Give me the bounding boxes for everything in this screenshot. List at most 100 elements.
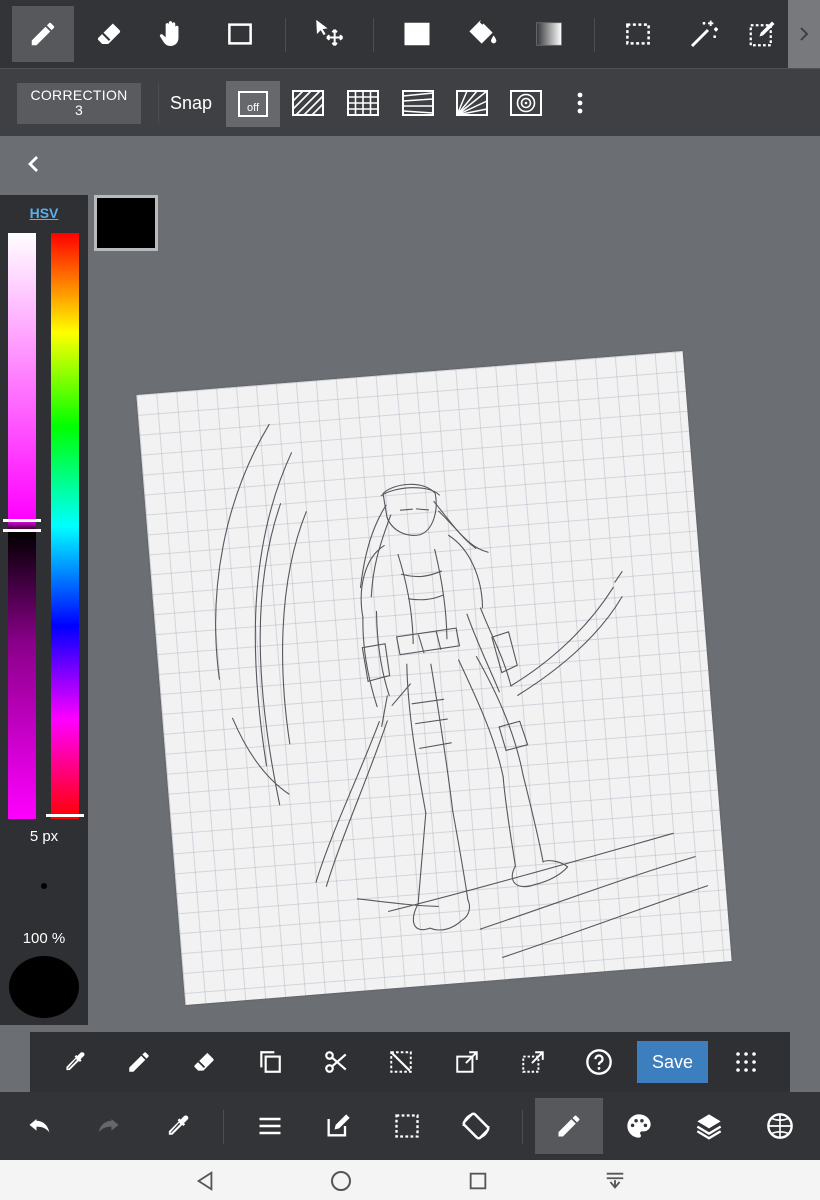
pencil-icon: [558, 1115, 580, 1137]
select-button[interactable]: [373, 1098, 441, 1154]
bucket-tool-button[interactable]: [452, 6, 514, 62]
snap-radial-button[interactable]: [449, 81, 495, 125]
snap-off-button[interactable]: off: [226, 81, 280, 127]
gradient-icon: [536, 22, 562, 46]
layers-button[interactable]: [675, 1098, 743, 1154]
eraser-icon: [97, 23, 121, 44]
gradient-tool-button[interactable]: [518, 6, 580, 62]
toolbar-divider: [373, 18, 374, 52]
move-tool-button[interactable]: [298, 6, 360, 62]
help-button[interactable]: [574, 1040, 624, 1084]
pencil-icon: [129, 1052, 149, 1072]
eraser-settings-button[interactable]: [179, 1040, 229, 1084]
palette-icon: [627, 1114, 651, 1138]
edit-selection-icon: [749, 21, 775, 47]
action-bar: Save: [30, 1032, 790, 1092]
eraser-tool-button[interactable]: [78, 6, 140, 62]
draw-mode-button[interactable]: [535, 1098, 603, 1154]
save-button[interactable]: Save: [637, 1041, 708, 1083]
chevron-right-icon: [800, 27, 809, 41]
hsv-mode-tab[interactable]: HSV: [0, 205, 88, 221]
brush-size-label[interactable]: 5 px: [0, 828, 88, 845]
rectangle-tool-button[interactable]: [209, 6, 271, 62]
correction-label: CORRECTION: [30, 87, 128, 103]
copy-button[interactable]: [245, 1040, 295, 1084]
magic-wand-icon: [690, 20, 718, 48]
rotate-screen-icon: [462, 1112, 490, 1140]
export-selection-button[interactable]: [508, 1040, 558, 1084]
snap-label: Snap: [170, 93, 213, 113]
transform-button[interactable]: [442, 1040, 492, 1084]
hue-slider-handle[interactable]: [46, 814, 84, 817]
copy-icon: [260, 1051, 281, 1073]
undo-button[interactable]: [6, 1098, 74, 1154]
hand-icon: [159, 21, 179, 46]
nav-back-icon: [196, 1171, 213, 1191]
snap-off-icon: off: [238, 91, 268, 117]
more-vertical-icon: [577, 92, 583, 114]
snap-parallel-button[interactable]: [285, 81, 331, 125]
nav-hide-button[interactable]: [602, 1168, 628, 1194]
color-palette-button[interactable]: [605, 1098, 673, 1154]
deselect-icon: [390, 1051, 412, 1073]
value-slider-handle[interactable]: [3, 519, 41, 522]
snap-perspective-button[interactable]: [395, 81, 441, 125]
selection-icon: [395, 1114, 419, 1138]
magic-wand-tool-button[interactable]: [673, 6, 735, 62]
hand-tool-button[interactable]: [140, 6, 202, 62]
color-picker-button[interactable]: [143, 1098, 211, 1154]
toolbar-divider: [522, 1110, 523, 1144]
menu-button[interactable]: [236, 1098, 304, 1154]
hue-slider[interactable]: [51, 233, 79, 819]
toolbar-scroll-right-button[interactable]: [788, 0, 820, 68]
opacity-label[interactable]: 100 %: [0, 930, 88, 947]
nav-home-button[interactable]: [328, 1168, 354, 1194]
correction-value: 3: [74, 102, 84, 118]
more-options-button[interactable]: [558, 81, 602, 125]
snap-perspective-icon: [402, 90, 434, 116]
eyedropper-icon: [66, 1052, 85, 1071]
snap-circle-button[interactable]: [503, 81, 549, 125]
snap-circle-icon: [510, 90, 542, 116]
cut-button[interactable]: [311, 1040, 361, 1084]
globe-grid-icon: [767, 1113, 793, 1139]
rotate-canvas-button[interactable]: [442, 1098, 510, 1154]
drawing-canvas[interactable]: [136, 351, 732, 1005]
edit-selection-tool-button[interactable]: [737, 6, 787, 62]
scissors-icon: [325, 1051, 347, 1073]
brush-size-preview: [41, 883, 47, 889]
grid-menu-button[interactable]: [721, 1040, 771, 1084]
snap-grid-button[interactable]: [340, 81, 386, 125]
bucket-icon: [469, 20, 497, 44]
pencil-tool-button[interactable]: [12, 6, 74, 62]
canvas-settings-button[interactable]: [746, 1098, 814, 1154]
eyedropper-button[interactable]: [49, 1040, 99, 1084]
brush-settings-button[interactable]: [114, 1040, 164, 1084]
nav-hide-icon: [606, 1172, 624, 1189]
snap-grid-icon: [347, 90, 379, 116]
move-icon: [316, 19, 344, 46]
apps-grid-icon: [736, 1052, 756, 1072]
edit-button[interactable]: [304, 1098, 372, 1154]
value-slider[interactable]: [8, 233, 36, 819]
toolbar-divider: [158, 83, 159, 123]
current-color-swatch[interactable]: [94, 195, 158, 251]
correction-button[interactable]: CORRECTION 3: [17, 83, 141, 124]
nav-recents-button[interactable]: [465, 1168, 491, 1194]
redo-button[interactable]: [74, 1098, 142, 1154]
redo-icon: [98, 1119, 119, 1133]
fill-rect-tool-button[interactable]: [386, 6, 448, 62]
top-toolbar: [0, 0, 820, 68]
nav-back-button[interactable]: [192, 1168, 218, 1194]
snap-toolbar: CORRECTION 3 Snap off: [0, 68, 820, 136]
selection-tool-button[interactable]: [607, 6, 669, 62]
sketch-drawing: [215, 423, 709, 958]
export-icon: [522, 1051, 544, 1073]
collapse-panel-button[interactable]: [22, 152, 46, 176]
hamburger-icon: [259, 1117, 281, 1135]
deselect-button[interactable]: [376, 1040, 426, 1084]
selection-icon: [626, 23, 650, 45]
toolbar-divider: [285, 18, 286, 52]
eraser-icon: [194, 1052, 214, 1071]
color-panel: HSV 5 px 100 %: [0, 195, 88, 1025]
